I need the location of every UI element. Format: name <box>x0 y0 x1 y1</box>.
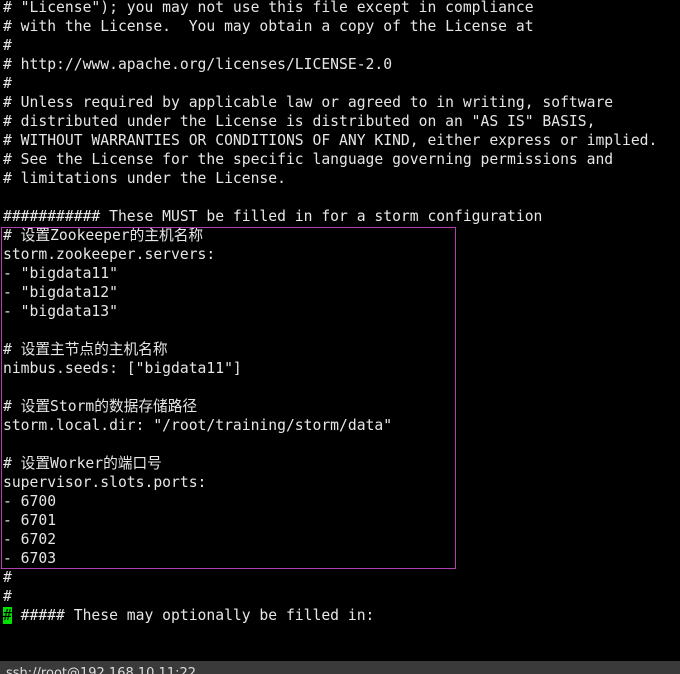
editor-line: # <box>3 588 12 605</box>
editor-line: # See the License for the specific langu… <box>3 151 614 168</box>
editor-line: # limitations under the License. <box>3 170 286 187</box>
editor-line: - "bigdata11" <box>3 265 118 282</box>
editor-line: # <box>3 37 12 54</box>
editor-line: # distributed under the License is distr… <box>3 113 596 130</box>
editor-line: # 设置Zookeeper的主机名称 <box>3 227 204 244</box>
text-cursor: # <box>3 607 12 624</box>
editor-line: # http://www.apache.org/licenses/LICENSE… <box>3 56 393 73</box>
editor-line: # 设置主节点的主机名称 <box>3 341 168 358</box>
editor-line: # "License"); you may not use this file … <box>3 0 534 16</box>
editor-line: storm.local.dir: "/root/training/storm/d… <box>3 417 393 434</box>
editor-line: # <box>3 75 12 92</box>
cursor-line: # ##### These may optionally be filled i… <box>3 606 680 625</box>
terminal-editor[interactable]: # "License"); you may not use this file … <box>3 0 680 625</box>
editor-line: - 6700 <box>3 493 57 510</box>
editor-line: ########### These MUST be filled in for … <box>3 208 543 225</box>
editor-line: # Unless required by applicable law or a… <box>3 94 614 111</box>
editor-line: # 设置Worker的端口号 <box>3 455 162 472</box>
editor-line: # WITHOUT WARRANTIES OR CONDITIONS OF AN… <box>3 132 658 149</box>
editor-line: # <box>3 569 12 586</box>
editor-line: - 6703 <box>3 550 57 567</box>
editor-line: - "bigdata12" <box>3 284 118 301</box>
editor-line: # with the License. You may obtain a cop… <box>3 18 534 35</box>
editor-line: nimbus.seeds: ["bigdata11"] <box>3 360 242 377</box>
editor-line: - 6702 <box>3 531 57 548</box>
editor-line: - "bigdata13" <box>3 303 118 320</box>
editor-line: storm.zookeeper.servers: <box>3 246 216 263</box>
cursor-line-text: ##### These may optionally be filled in: <box>11 607 375 624</box>
status-bar: ssh://root@192.168.10.11:22 <box>0 661 680 674</box>
session-address: ssh://root@192.168.10.11:22 <box>6 666 197 674</box>
editor-line: supervisor.slots.ports: <box>3 474 207 491</box>
editor-line: - 6701 <box>3 512 57 529</box>
editor-line: # 设置Storm的数据存储路径 <box>3 398 198 415</box>
